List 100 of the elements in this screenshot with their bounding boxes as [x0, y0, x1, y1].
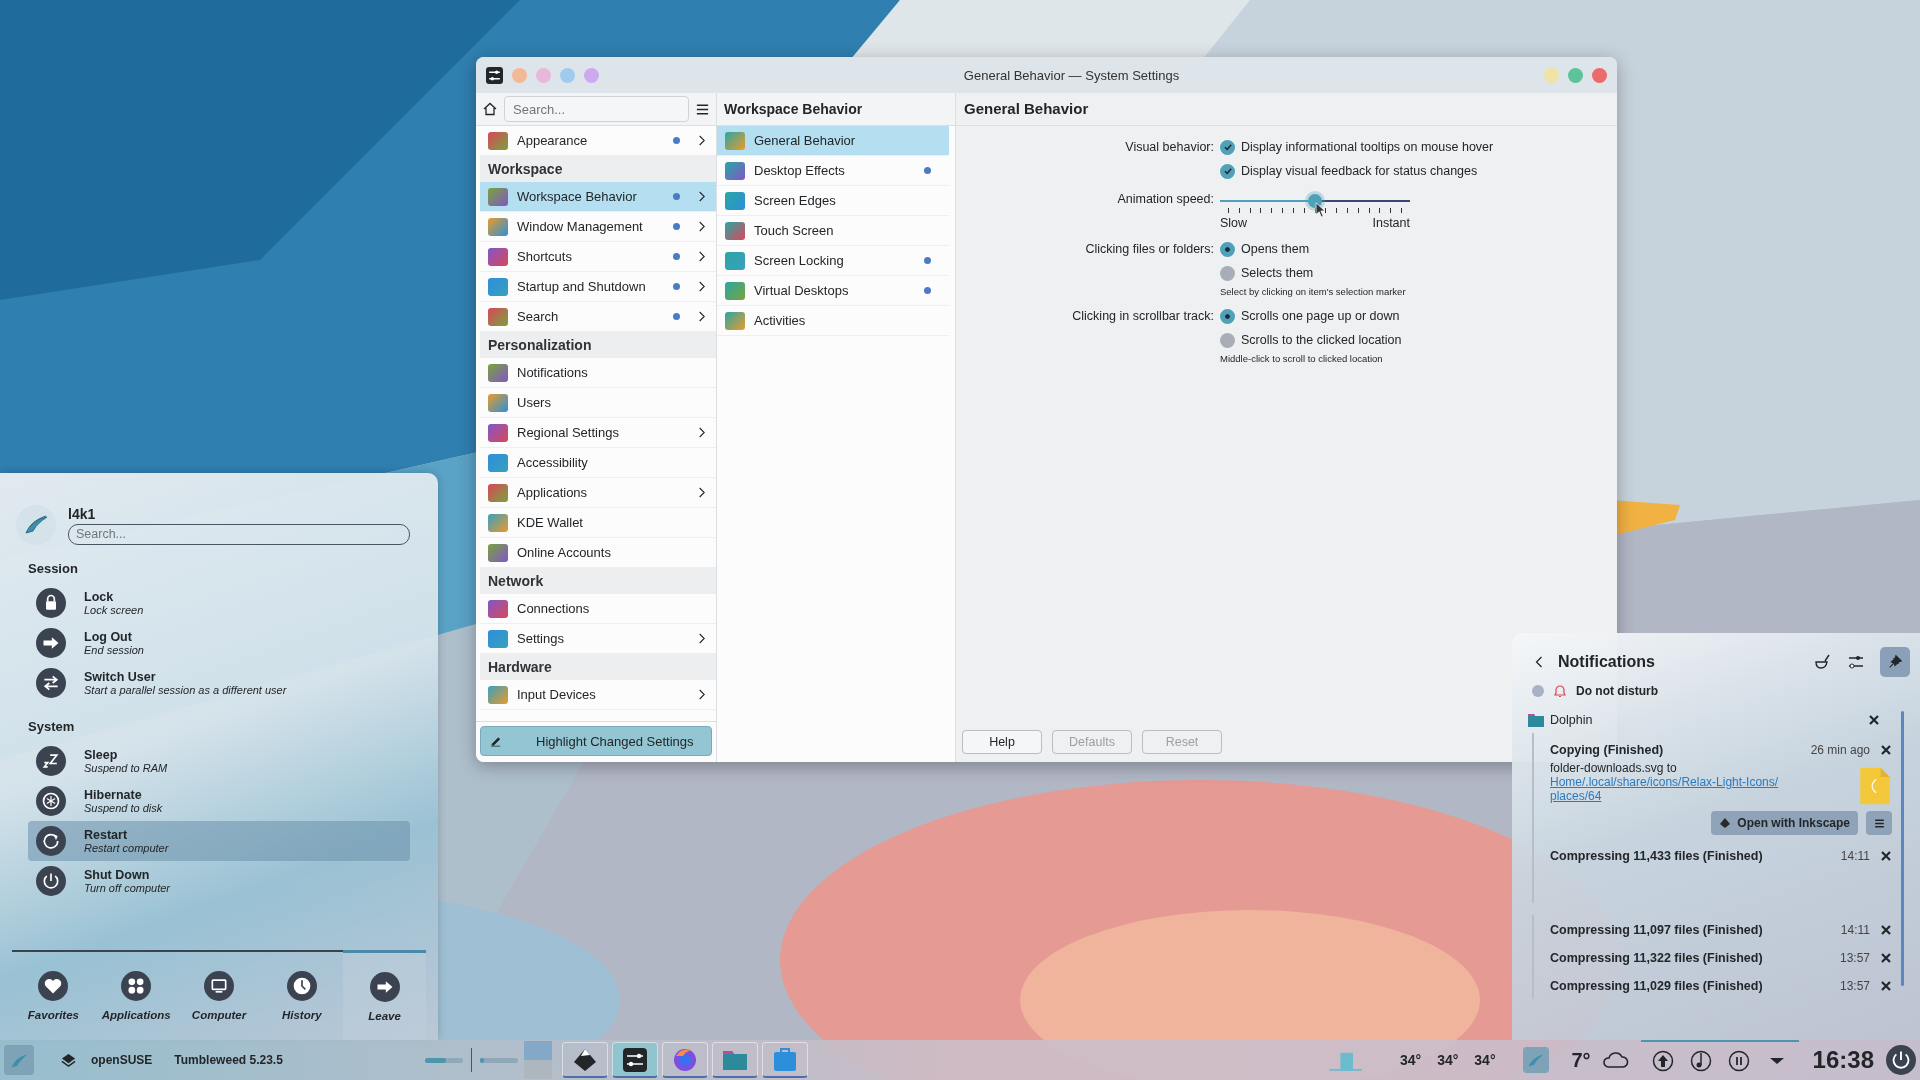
- subcategory-item[interactable]: Screen Locking: [717, 246, 949, 276]
- power-option[interactable]: Shut Down Turn off computer: [28, 861, 410, 901]
- checkbox[interactable]: Display visual feedback for status changes: [1220, 162, 1478, 180]
- swap-arrows-icon: [36, 668, 66, 698]
- menu-icon: [1872, 816, 1886, 830]
- scrollbar[interactable]: [1901, 711, 1904, 986]
- launcher-tab[interactable]: Leave: [343, 950, 426, 1040]
- subcategory-item[interactable]: Screen Edges: [717, 186, 949, 216]
- module-icon: [725, 191, 745, 210]
- launcher-tab[interactable]: Favorites: [12, 952, 95, 1040]
- distro-name: openSUSE: [91, 1053, 153, 1067]
- lock-icon: [36, 588, 66, 618]
- back-icon[interactable]: [1534, 654, 1544, 670]
- radio-button[interactable]: Opens them: [1220, 240, 1310, 258]
- inkscape-icon: [1719, 817, 1732, 829]
- notification-title: Copying (Finished): [1550, 743, 1665, 757]
- subcategory-item[interactable]: Desktop Effects: [717, 156, 949, 186]
- module-icon: [725, 251, 745, 270]
- avatar-icon[interactable]: [16, 505, 56, 545]
- dialog-button[interactable]: Help: [962, 730, 1042, 754]
- checkbox[interactable]: Display informational tooltips on mouse hover: [1220, 138, 1494, 156]
- sidebar-item[interactable]: Regional Settings: [480, 418, 716, 448]
- close-icon[interactable]: [1880, 924, 1892, 936]
- music-note-icon[interactable]: [1688, 1049, 1713, 1073]
- sidebar-item[interactable]: Shortcuts: [480, 242, 716, 272]
- action-button[interactable]: Open with Inkscape: [1711, 811, 1858, 835]
- sidebar-item[interactable]: Applications: [480, 478, 716, 508]
- sidebar-item[interactable]: Window Management: [480, 212, 716, 242]
- subcategory-item[interactable]: General Behavior: [717, 126, 949, 156]
- sidebar-item[interactable]: Workspace Behavior: [480, 182, 716, 212]
- power-option[interactable]: Restart Restart computer: [28, 821, 410, 861]
- power-option[interactable]: Log Out End session: [28, 623, 410, 663]
- launcher-tab[interactable]: History: [260, 952, 344, 1040]
- monitor-icon: [204, 971, 234, 1001]
- update-icon[interactable]: [1650, 1049, 1675, 1073]
- hint-text: Select by clicking on item's selection marker: [1220, 286, 1406, 297]
- module-icon: [488, 629, 508, 648]
- subcategory-item[interactable]: Virtual Desktops: [717, 276, 949, 306]
- mouse-cursor-icon: [1315, 202, 1326, 218]
- power-option[interactable]: Switch User Start a parallel session as a different user: [28, 663, 410, 703]
- field-label: Animation speed:: [1116, 191, 1214, 208]
- app-name: Dolphin: [1550, 713, 1594, 727]
- launcher-tab[interactable]: Computer: [177, 952, 261, 1040]
- folder-icon: [1528, 713, 1544, 727]
- sidebar-item[interactable]: Accessibility: [480, 448, 716, 478]
- power-button[interactable]: [1886, 1045, 1916, 1075]
- home-icon[interactable]: [482, 101, 498, 117]
- search-field[interactable]: Search...: [68, 523, 410, 545]
- module-icon: [488, 543, 508, 562]
- radio-button[interactable]: Selects them: [1220, 264, 1314, 282]
- module-icon: [488, 187, 508, 206]
- pin-button[interactable]: [1880, 647, 1910, 677]
- pause-icon[interactable]: [1726, 1049, 1751, 1073]
- sidebar-item[interactable]: Connections: [480, 594, 716, 624]
- module-icon: [488, 217, 508, 236]
- launcher-tab[interactable]: Applications: [94, 952, 178, 1040]
- field-label: Visual behavior:: [1124, 139, 1214, 156]
- module-icon: [488, 131, 508, 150]
- animation-speed-slider[interactable]: Slow Instant: [1220, 190, 1410, 230]
- sidebar-item[interactable]: KDE Wallet: [480, 508, 716, 538]
- field-label: Clicking in scrollbar track:: [1071, 308, 1214, 325]
- subcategory-item[interactable]: Touch Screen: [717, 216, 949, 246]
- sidebar-item[interactable]: Input Devices: [480, 680, 716, 710]
- pen-icon: [489, 734, 502, 748]
- highlight-changed-button[interactable]: Highlight Changed Settings: [480, 726, 712, 756]
- do-not-disturb-toggle[interactable]: Do not disturb: [1512, 683, 1658, 699]
- sidebar-item[interactable]: Users: [480, 388, 716, 418]
- task-button[interactable]: [611, 1042, 658, 1078]
- sidebar-item[interactable]: Notifications: [480, 358, 716, 388]
- power-option[interactable]: Sleep Suspend to RAM: [28, 741, 410, 781]
- snowflake-icon: [36, 786, 66, 816]
- subcategory-item[interactable]: Activities: [717, 306, 949, 336]
- broom-icon[interactable]: [1812, 652, 1832, 672]
- weather-temperature[interactable]: 7°: [1571, 1048, 1591, 1072]
- toggle-switch[interactable]: [1532, 685, 1544, 697]
- category-heading: Hardware: [480, 654, 716, 680]
- close-icon[interactable]: [1880, 980, 1892, 992]
- power-option[interactable]: Lock Lock screen: [28, 583, 410, 623]
- clock[interactable]: 16:38: [1812, 1046, 1874, 1074]
- temperature-text: 34°: [1437, 1052, 1459, 1068]
- task-button[interactable]: [561, 1042, 608, 1078]
- close-icon[interactable]: [1880, 850, 1892, 862]
- notification-text: folder-downloads.svg to: [1550, 761, 1677, 775]
- notification-title: Compressing 11,097 files (Finished): [1550, 923, 1764, 937]
- close-icon[interactable]: [1880, 952, 1892, 964]
- sidebar-item[interactable]: Startup and Shutdown: [480, 272, 716, 302]
- power-option[interactable]: Hibernate Suspend to disk: [28, 781, 410, 821]
- menu-button[interactable]: [1866, 811, 1892, 835]
- field-label: Clicking files or folders:: [1084, 241, 1214, 258]
- bell-icon: [1552, 683, 1568, 699]
- cloud-icon[interactable]: [1600, 1050, 1629, 1070]
- radio-button[interactable]: Scrolls to the clicked location: [1220, 331, 1402, 349]
- close-icon[interactable]: [1868, 714, 1880, 726]
- sliders-icon[interactable]: [486, 66, 503, 84]
- page-title: General Behavior: [956, 93, 1617, 126]
- window-title: General Behavior — System Settings: [962, 67, 1181, 83]
- close-icon[interactable]: [1880, 744, 1892, 756]
- module-icon: [725, 131, 745, 150]
- hint-text: Middle-click to scroll to clicked location: [1220, 353, 1383, 364]
- radio-button[interactable]: Scrolls one page up or down: [1220, 307, 1400, 325]
